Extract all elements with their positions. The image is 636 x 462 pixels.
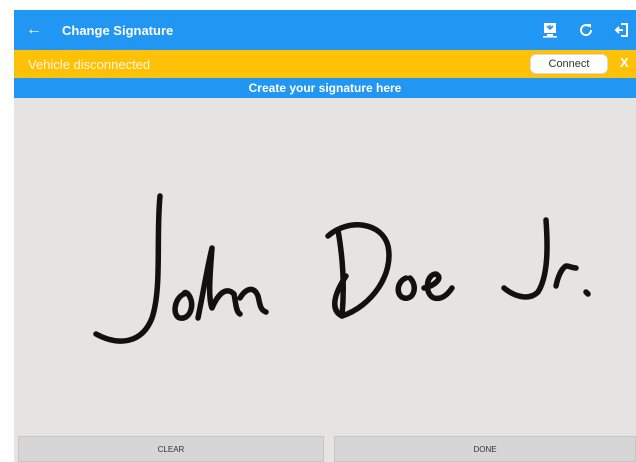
signature-canvas[interactable] [14, 98, 636, 434]
arrow-left-icon: ← [26, 21, 42, 38]
clear-button[interactable]: CLEAR [18, 436, 324, 462]
logout-icon [614, 23, 628, 37]
app-bar-actions [542, 10, 630, 50]
refresh-button[interactable] [578, 22, 594, 38]
connection-status-text: Vehicle disconnected [28, 57, 151, 72]
signature-header: Create your signature here [14, 78, 636, 98]
signature-strokes [93, 193, 591, 344]
device-sync-button[interactable] [542, 22, 558, 38]
app-bar: ← Change Signature [14, 10, 636, 50]
signature-drawing [93, 193, 591, 344]
page-title: Change Signature [62, 22, 174, 38]
done-button[interactable]: DONE [334, 436, 636, 462]
back-button[interactable]: ← [14, 21, 54, 39]
device-sync-icon [543, 23, 557, 38]
app-window: ← Change Signature Vehicle disconnected … [14, 10, 636, 462]
connection-banner: Vehicle disconnected Connect X [14, 50, 636, 78]
logout-button[interactable] [614, 22, 630, 38]
dismiss-banner-button[interactable]: X [620, 55, 629, 70]
refresh-icon [580, 24, 593, 37]
connect-button[interactable]: Connect [530, 54, 608, 74]
